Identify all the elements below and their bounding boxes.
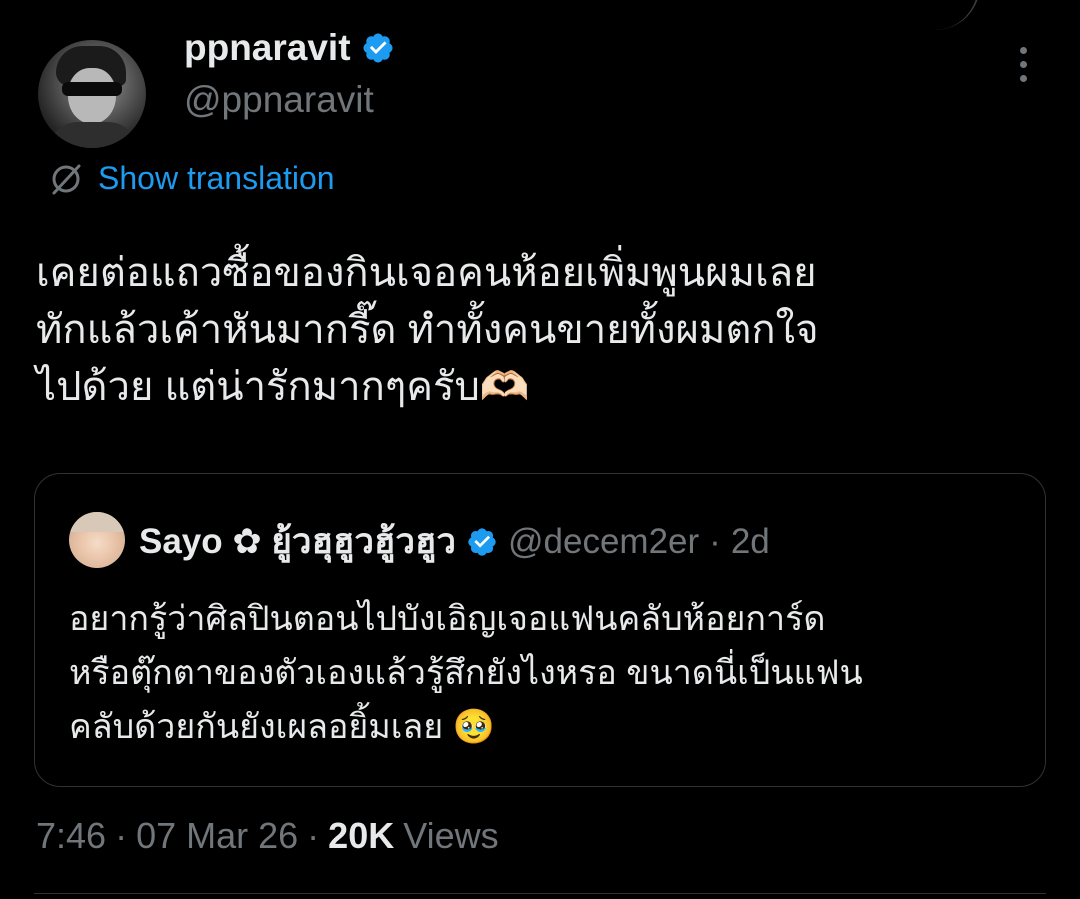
tweet-meta: 7:46 · 07 Mar 26 · 20K Views xyxy=(36,815,499,857)
tweet-text: เคยต่อแถวซื้อของกินเจอคนห้อยเพิ่มพูนผมเล… xyxy=(36,251,819,409)
author-handle[interactable]: @ppnaravit xyxy=(184,79,374,121)
more-options-icon[interactable] xyxy=(1016,47,1030,82)
quoted-author-name[interactable]: Sayo ✿ ยู้วฮุฮูวฮู้วฮูว xyxy=(139,514,456,569)
tweet-date[interactable]: 07 Mar 26 xyxy=(136,815,298,857)
meta-separator: · xyxy=(115,815,128,856)
quoted-tweet-text: อยากรู้ว่าศิลปินตอนไปบังเอิญเจอแฟนคลับห้… xyxy=(69,600,863,746)
author-avatar[interactable] xyxy=(38,40,146,148)
show-translation-label: Show translation xyxy=(98,160,335,196)
divider xyxy=(34,893,1046,894)
views-label: Views xyxy=(403,815,499,856)
quoted-author-avatar[interactable] xyxy=(69,512,125,568)
quoted-author-handle[interactable]: @decem2er xyxy=(508,522,699,562)
tweet-header: ppnaravit @ppnaravit xyxy=(38,27,1050,148)
author-display-name[interactable]: ppnaravit xyxy=(184,27,351,69)
quoted-timestamp[interactable]: 2d xyxy=(731,522,770,562)
show-translation-link[interactable]: Show translation xyxy=(48,160,335,197)
tweet-time[interactable]: 7:46 xyxy=(36,815,106,857)
meta-separator: · xyxy=(307,815,320,856)
verified-badge-icon xyxy=(363,33,393,63)
views-count[interactable]: 20K xyxy=(328,815,394,857)
quoted-verified-badge-icon xyxy=(468,527,496,556)
author-name-row: ppnaravit xyxy=(184,27,395,69)
quoted-tweet-header: Sayo ✿ ยู้วฮุฮูวฮู้วฮูว @decem2er · 2d xyxy=(139,514,770,569)
quoted-tweet[interactable]: Sayo ✿ ยู้วฮุฮูวฮู้วฮูว @decem2er · 2d อ… xyxy=(34,473,1046,787)
corner-decoration xyxy=(900,0,980,30)
quoted-separator: · xyxy=(709,521,721,561)
translate-globe-icon xyxy=(52,164,81,194)
